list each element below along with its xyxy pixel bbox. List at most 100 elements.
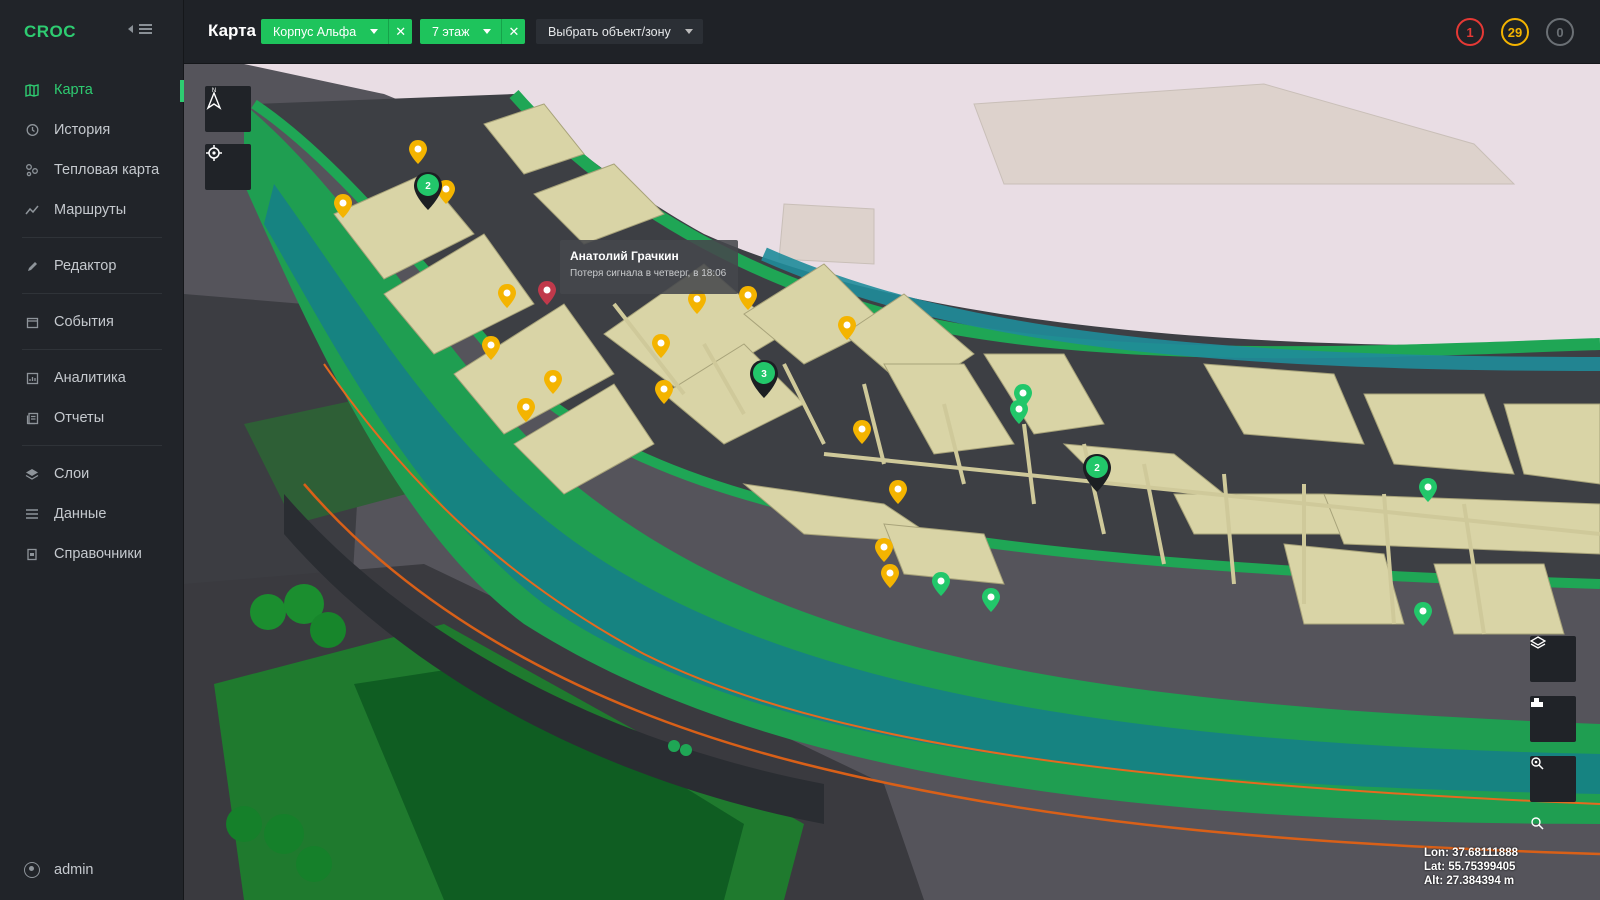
tooltip-person-name: Анатолий Грачкин (570, 249, 679, 263)
layers-icon (1530, 636, 1546, 649)
building-icon (1531, 698, 1543, 707)
user-menu[interactable]: admin (24, 862, 94, 878)
sidebar-nav: Карта История Тепловая карта Маршруты Ре… (0, 70, 184, 574)
longitude: Lon: 37.68111888 (1424, 847, 1518, 859)
sidebar-item-history[interactable]: История (0, 110, 184, 150)
map-markers-layer: 2 3 2 (334, 140, 1437, 626)
pin-yellow[interactable] (498, 284, 516, 308)
pin-yellow[interactable] (334, 194, 352, 218)
map-icon (24, 82, 40, 98)
pin-cluster[interactable]: 2 (1083, 454, 1111, 492)
pin-yellow[interactable] (409, 140, 427, 164)
sidebar-item-reports[interactable]: Отчеты (0, 398, 184, 438)
alert-count-badge-yellow[interactable]: 29 (1501, 18, 1529, 46)
sidebar-toggle-button[interactable] (128, 24, 152, 34)
cluster-count: 2 (425, 181, 431, 192)
sidebar-item-label: Карта (54, 82, 93, 98)
list-icon (24, 506, 40, 522)
map-search-button[interactable] (1530, 816, 1576, 862)
sidebar-item-analytics[interactable]: Аналитика (0, 358, 184, 398)
alert-count-badge-red[interactable]: 1 (1456, 18, 1484, 46)
sidebar-item-label: Тепловая карта (54, 162, 160, 178)
clear-building-button[interactable]: ✕ (388, 19, 412, 44)
topbar: Карта Корпус Альфа ✕ 7 этаж ✕ Выбрать об… (184, 0, 1600, 64)
location-filter-button[interactable] (1530, 756, 1576, 802)
pin-cluster[interactable]: 2 (414, 172, 442, 210)
alert-count-badge-grey[interactable]: 0 (1546, 18, 1574, 46)
caret-down-icon (684, 29, 693, 34)
sidebar-item-label: История (54, 122, 111, 138)
sidebar-item-label: Редактор (54, 258, 117, 274)
pin-red[interactable] (538, 281, 556, 305)
object-zone-select-trigger[interactable]: Выбрать объект/зону (536, 19, 703, 44)
sidebar-item-data[interactable]: Данные (0, 494, 184, 534)
locate-icon (206, 145, 222, 161)
floor-filter-chip: 7 этаж ✕ (420, 19, 526, 44)
calendar-icon (24, 314, 40, 330)
pin-yellow[interactable] (875, 538, 893, 562)
clear-floor-button[interactable]: ✕ (501, 19, 525, 44)
person-tooltip: Анатолий Грачкин Потеря сигнала в четвер… (560, 240, 738, 294)
pin-yellow[interactable] (544, 370, 562, 394)
layers-button[interactable] (1530, 636, 1576, 682)
pin-cluster[interactable]: 3 (750, 360, 778, 398)
analytics-icon (24, 370, 40, 386)
divider (22, 349, 162, 350)
altitude: Alt: 27.384394 m (1424, 875, 1515, 887)
location-search-icon (1531, 757, 1544, 770)
pin-green[interactable] (1419, 478, 1437, 502)
hamburger-icon (139, 24, 152, 34)
caret-down-icon (483, 29, 492, 34)
map-viewport[interactable]: 2 3 2 N Анатолий Грачкин Потеря сигнала … (184, 64, 1600, 900)
sidebar-item-heatmap[interactable]: Тепловая карта (0, 150, 184, 190)
sidebar-item-label: Маршруты (54, 202, 127, 218)
pin-yellow[interactable] (853, 420, 871, 444)
chevron-left-icon (128, 25, 133, 33)
sidebar-item-events[interactable]: События (0, 302, 184, 342)
app-root: CROC Карта История Тепловая карта Маршру… (0, 0, 1600, 900)
book-icon (24, 546, 40, 562)
pencil-icon (24, 258, 40, 274)
object-zone-select[interactable]: Выбрать объект/зону (536, 19, 703, 44)
sidebar-item-map[interactable]: Карта (0, 70, 184, 110)
pin-yellow[interactable] (482, 336, 500, 360)
pin-green[interactable] (1010, 400, 1028, 424)
pin-yellow[interactable] (739, 286, 757, 310)
floor-select[interactable]: 7 этаж (420, 19, 501, 44)
building-select[interactable]: Корпус Альфа (261, 19, 388, 44)
pin-green[interactable] (982, 588, 1000, 612)
sidebar-item-label: Аналитика (54, 370, 126, 386)
pin-yellow[interactable] (881, 564, 899, 588)
tooltip-status: Потеря сигнала в четверг, в 18:06 (570, 268, 727, 279)
pin-yellow[interactable] (838, 316, 856, 340)
brand-logo[interactable]: CROC (24, 22, 76, 42)
pin-green[interactable] (932, 572, 950, 596)
compass-north-button[interactable]: N (205, 86, 251, 132)
floor-select-label: 7 этаж (432, 24, 470, 39)
coordinates-readout: Lon: 37.68111888 Lat: 55.75399405 Alt: 2… (1424, 846, 1518, 888)
history-icon (24, 122, 40, 138)
search-icon (1531, 817, 1544, 830)
pin-green[interactable] (1414, 602, 1432, 626)
pin-yellow[interactable] (655, 380, 673, 404)
pin-yellow[interactable] (517, 398, 535, 422)
pin-yellow[interactable] (652, 334, 670, 358)
caret-down-icon (370, 29, 379, 34)
divider (22, 237, 162, 238)
compass-icon: N (206, 88, 222, 110)
building-filter-chip: Корпус Альфа ✕ (261, 19, 413, 44)
sidebar: CROC Карта История Тепловая карта Маршру… (0, 0, 184, 900)
pin-yellow[interactable] (889, 480, 907, 504)
page-title: Карта (208, 21, 256, 40)
user-icon (24, 862, 40, 878)
sidebar-item-label: Данные (54, 506, 107, 522)
sidebar-item-layers[interactable]: Слои (0, 454, 184, 494)
reports-icon (24, 410, 40, 426)
floors-button[interactable] (1530, 696, 1576, 742)
sidebar-item-editor[interactable]: Редактор (0, 246, 184, 286)
sidebar-item-label: Слои (54, 466, 90, 482)
sidebar-item-references[interactable]: Справочники (0, 534, 184, 574)
sidebar-item-routes[interactable]: Маршруты (0, 190, 184, 230)
recenter-button[interactable] (205, 144, 251, 190)
layers-icon (24, 466, 40, 482)
